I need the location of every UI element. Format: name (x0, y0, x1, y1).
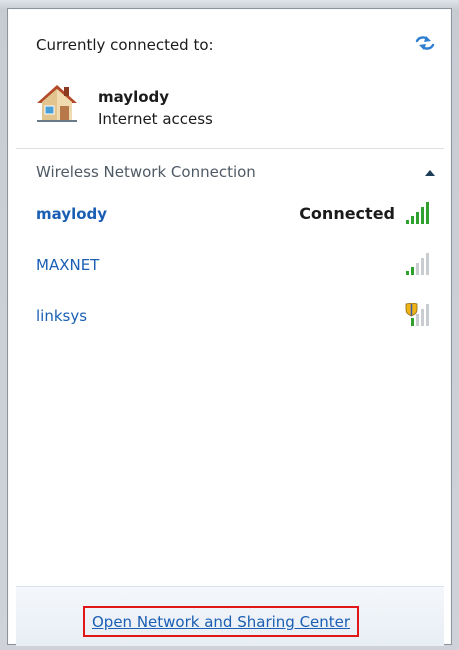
network-item[interactable]: maylody Connected (20, 198, 448, 230)
window-frame: Currently connected to: maylody Internet… (0, 0, 459, 650)
house-icon (37, 85, 77, 122)
current-network-name: maylody (98, 88, 170, 106)
signal-bars-icon (405, 303, 429, 326)
connection-status: Connected (299, 204, 395, 223)
network-name: MAXNET (36, 256, 100, 274)
network-item[interactable]: linksys (20, 300, 448, 332)
open-network-sharing-center-link[interactable]: Open Network and Sharing Center (83, 606, 360, 637)
wireless-section-title: Wireless Network Connection (36, 163, 256, 181)
network-item[interactable]: MAXNET (20, 249, 448, 281)
signal-bars-icon (406, 253, 429, 275)
chevron-up-icon[interactable] (425, 169, 435, 177)
shield-icon (405, 303, 418, 317)
refresh-icon[interactable] (414, 34, 436, 52)
internet-access-status: Internet access (98, 110, 213, 128)
network-name: maylody (36, 205, 108, 223)
divider (16, 148, 444, 149)
current-connection-title: Currently connected to: (36, 36, 214, 54)
network-flyout: Currently connected to: maylody Internet… (7, 8, 452, 646)
signal-bars-icon (406, 202, 429, 224)
network-name: linksys (36, 307, 88, 325)
flyout-footer: Open Network and Sharing Center (16, 586, 444, 646)
